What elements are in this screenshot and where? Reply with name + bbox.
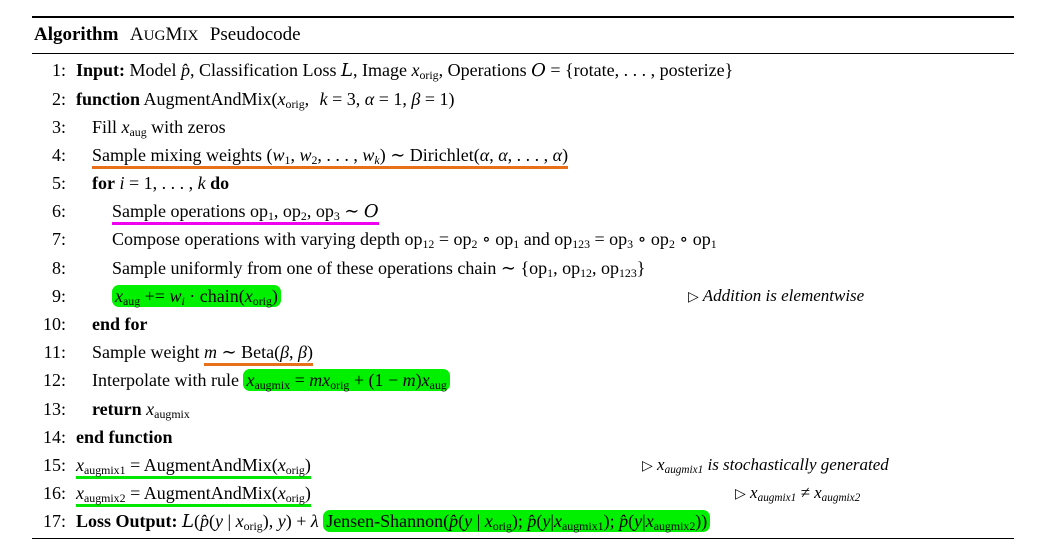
algorithm-line: 10 end for: [32, 310, 1014, 338]
keyword-end-for: end for: [92, 314, 148, 335]
algorithm-line: 17 Loss Output: L(p̂(y | xorig), y) + λ …: [32, 507, 1014, 535]
token-jensen-shannon: Jensen-Shannon: [326, 511, 444, 532]
algorithm-title: Algorithm AUGMIX Pseudocode: [32, 18, 1014, 51]
line-number: 15: [32, 451, 66, 479]
token-augmentandmix: AugmentAndMix: [143, 454, 272, 475]
algorithm-name-ug: UG: [143, 27, 166, 45]
underline-orange-span: Sample mixing weights (w1, w2, . . . , w…: [92, 144, 569, 169]
algorithm-line: 6 Sample operations op1, op2, op3 ∼ O: [32, 197, 1014, 226]
algorithm-name-a: A: [129, 24, 144, 46]
line-body: Loss Output: L(p̂(y | xorig), y) + λ Jen…: [66, 507, 711, 540]
line-number: 16: [32, 479, 66, 507]
line-number: 6: [32, 197, 66, 225]
line-number: 14: [32, 423, 66, 451]
token-with-zeros: with zeros: [151, 116, 226, 137]
algorithm-line: 12 Interpolate with rule xaugmix = mxori…: [32, 366, 1014, 394]
algorithm-line: 3 Fill xaug with zeros: [32, 113, 1014, 141]
line-number: 8: [32, 254, 66, 282]
algorithm-line: 15 xaugmix1 = AugmentAndMix(xorig) ▷ xau…: [32, 451, 1014, 479]
keyword-return: return: [92, 398, 142, 419]
algorithm-name-ix: IX: [182, 27, 199, 45]
highlight-green-span: Jensen-Shannon(p̂(y | xorig); p̂(y|xaugm…: [323, 510, 711, 533]
token-augmentandmix: AugmentAndMix: [143, 88, 272, 109]
line-number: 3: [32, 113, 66, 141]
algorithm-label: Algorithm: [34, 24, 119, 46]
comment-text: is stochastically generated: [707, 454, 889, 474]
algorithm-line: 4 Sample mixing weights (w1, w2, . . . ,…: [32, 141, 1014, 169]
keyword-input: Input:: [76, 60, 126, 81]
line-number: 11: [32, 338, 66, 366]
algorithm-lines: 1 Input: Model p̂, Classification Loss L…: [32, 54, 1014, 535]
algorithm-block: Algorithm AUGMIX Pseudocode 1 Input: Model…: [32, 16, 1014, 539]
algorithm-line: 1 Input: Model p̂, Classification Loss L…: [32, 56, 1014, 84]
comment-text: Addition is elementwise: [702, 285, 865, 305]
token-image: Image: [361, 60, 407, 81]
algorithm-line: 16 xaugmix2 = AugmentAndMix(xorig) ▷ xau…: [32, 479, 1014, 508]
highlight-green-span: xaug += wi · chain(xorig): [112, 284, 281, 308]
keyword-loss-output: Loss Output:: [76, 511, 178, 532]
token-compose-operations: Compose operations with varying depth: [112, 229, 400, 250]
line-body: for i = 1, . . . , k do: [92, 173, 230, 194]
algorithm-line: 14 end function: [32, 423, 1014, 451]
underline-orange-span: m ∼ Beta(β, β): [203, 342, 314, 367]
line-comment: ▷ Addition is elementwise: [688, 285, 865, 305]
token-operations: Operations: [447, 60, 527, 81]
keyword-function: function: [76, 88, 141, 109]
token-posterize: posterize: [659, 60, 725, 81]
token-augmentandmix: AugmentAndMix: [143, 483, 272, 504]
keyword-for: for: [92, 173, 115, 194]
token-classification-loss: Classification Loss: [199, 60, 337, 81]
token-beta: Beta: [241, 342, 275, 363]
line-number: 5: [32, 169, 66, 197]
algorithm-line: 5 for i = 1, . . . , k do: [32, 169, 1014, 197]
line-number: 13: [32, 395, 66, 423]
line-number: 9: [32, 282, 66, 310]
line-number: 12: [32, 366, 66, 394]
line-body: end for: [66, 310, 148, 338]
algorithm-line: 9 xaug += wi · chain(xorig) ▷ Addition i…: [32, 282, 1014, 310]
token-model: Model: [129, 60, 177, 81]
highlight-green-span: xaugmix = mxorig + (1 − m)xaug: [243, 369, 450, 392]
algorithm-name-m: M: [165, 24, 183, 46]
token-sample-mixing-weights: Sample mixing weights: [92, 144, 262, 165]
underline-green-span: xaugmix2 = AugmentAndMix(xorig): [76, 483, 311, 508]
line-number: 7: [32, 225, 66, 253]
algorithm-line: 11 Sample weight m ∼ Beta(β, β): [32, 338, 1014, 367]
line-number: 10: [32, 310, 66, 338]
token-chain: chain: [199, 285, 239, 306]
line-body: end function: [66, 423, 173, 451]
underline-green-span: xaugmix1 = AugmentAndMix(xorig): [76, 454, 311, 479]
algorithm-suffix: Pseudocode: [209, 24, 301, 46]
token-sample-weight: Sample weight: [92, 342, 200, 363]
algorithm-line: 7 Compose operations with varying depth …: [32, 225, 1014, 253]
algorithm-line: 2 function AugmentAndMix(xorig, k = 3, α…: [32, 85, 1014, 113]
algorithm-line: 13 return xaugmix: [32, 395, 1014, 423]
line-number: 4: [32, 141, 66, 169]
token-interpolate: Interpolate with rule: [92, 370, 239, 391]
line-number: 2: [32, 85, 66, 113]
line-body: Sample weight m ∼ Beta(β, β): [66, 338, 314, 367]
token-and: and: [523, 229, 550, 250]
algorithm-line: 8 Sample uniformly from one of these ope…: [32, 254, 1014, 282]
token-fill: Fill: [92, 116, 118, 137]
token-plus-eq: +=: [144, 285, 165, 306]
keyword-end-function: end function: [76, 426, 173, 447]
token-rotate: rotate: [573, 60, 615, 81]
keyword-do: do: [210, 173, 230, 194]
line-number: 1: [32, 56, 66, 84]
token-dirichlet: Dirichlet: [409, 144, 474, 165]
underline-magenta-span: Sample operations op1, op2, op3 ∼ O: [112, 201, 379, 226]
token-sample-uniformly: Sample uniformly from one of these opera…: [112, 257, 497, 278]
line-number: 17: [32, 507, 66, 535]
token-sample-operations: Sample operations: [112, 201, 246, 222]
